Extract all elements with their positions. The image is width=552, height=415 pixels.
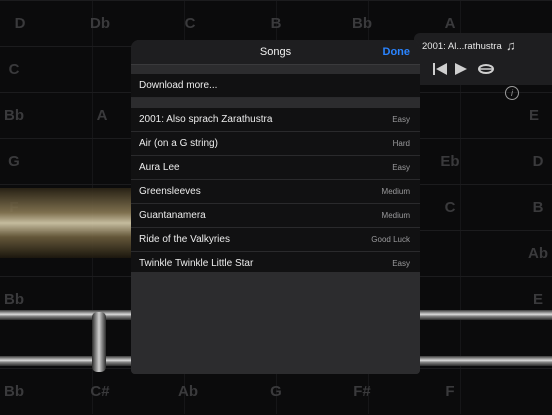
song-row[interactable]: 2001: Also sprach Zarathustra Easy (131, 108, 420, 132)
note-label[interactable]: B (518, 185, 552, 231)
done-button[interactable]: Done (383, 40, 411, 64)
note-label[interactable]: D (0, 1, 40, 47)
note-label[interactable]: Eb (430, 139, 470, 185)
song-difficulty: Hard (392, 139, 410, 148)
song-difficulty: Easy (392, 115, 410, 124)
note-label[interactable]: C (430, 185, 470, 231)
song-difficulty: Easy (392, 163, 410, 172)
music-note-icon[interactable]: ♫ (506, 38, 516, 53)
info-icon[interactable]: i (505, 86, 519, 100)
popover-empty-area (131, 272, 420, 374)
song-difficulty: Medium (381, 187, 410, 196)
loop-icon[interactable] (476, 60, 496, 78)
song-name: Ride of the Valkyries (139, 234, 230, 245)
note-label[interactable]: F# (342, 369, 382, 415)
note-label[interactable]: C (0, 47, 34, 93)
song-name: Aura Lee (139, 162, 180, 173)
song-name: Guantanamera (139, 210, 206, 221)
note-row: Bb C# Ab G F# F (0, 368, 552, 415)
note-label[interactable]: D (518, 139, 552, 185)
song-name: 2001: Also sprach Zarathustra (139, 114, 273, 125)
playback-controls (432, 60, 522, 78)
note-label[interactable]: Bb (0, 93, 34, 139)
trombone-slide-brace[interactable] (92, 312, 106, 372)
note-label[interactable]: Ab (518, 231, 552, 277)
songs-popover: Songs Done Download more... 2001: Also s… (131, 40, 420, 374)
note-label[interactable]: F (430, 369, 470, 415)
song-row[interactable]: Ride of the Valkyries Good Luck (131, 228, 420, 252)
popover-title: Songs (259, 46, 292, 58)
download-more-row[interactable]: Download more... (131, 74, 420, 98)
note-label[interactable]: G (0, 139, 34, 185)
song-difficulty: Good Luck (371, 235, 410, 244)
song-difficulty: Medium (381, 211, 410, 220)
play-icon[interactable] (454, 60, 468, 78)
song-row[interactable]: Greensleeves Medium (131, 180, 420, 204)
now-playing-panel: 2001: Al...rathustra ♫ (414, 33, 552, 85)
now-playing-title[interactable]: 2001: Al...rathustra (422, 41, 502, 52)
song-row[interactable]: Aura Lee Easy (131, 156, 420, 180)
note-label[interactable]: G (256, 369, 296, 415)
note-label[interactable]: Bb (0, 369, 34, 415)
song-row[interactable]: Air (on a G string) Hard (131, 132, 420, 156)
note-label[interactable]: Db (80, 1, 120, 47)
note-label[interactable]: Ab (168, 369, 208, 415)
section-gap (131, 98, 420, 108)
song-name: Greensleeves (139, 186, 201, 197)
song-row[interactable]: Guantanamera Medium (131, 204, 420, 228)
note-label[interactable]: A (82, 93, 122, 139)
note-label[interactable]: E (514, 93, 552, 139)
song-name: Air (on a G string) (139, 138, 218, 149)
skip-back-icon[interactable] (432, 60, 448, 78)
popover-header: Songs Done (131, 40, 420, 65)
note-label[interactable]: C# (80, 369, 120, 415)
download-more-label: Download more... (139, 80, 218, 91)
